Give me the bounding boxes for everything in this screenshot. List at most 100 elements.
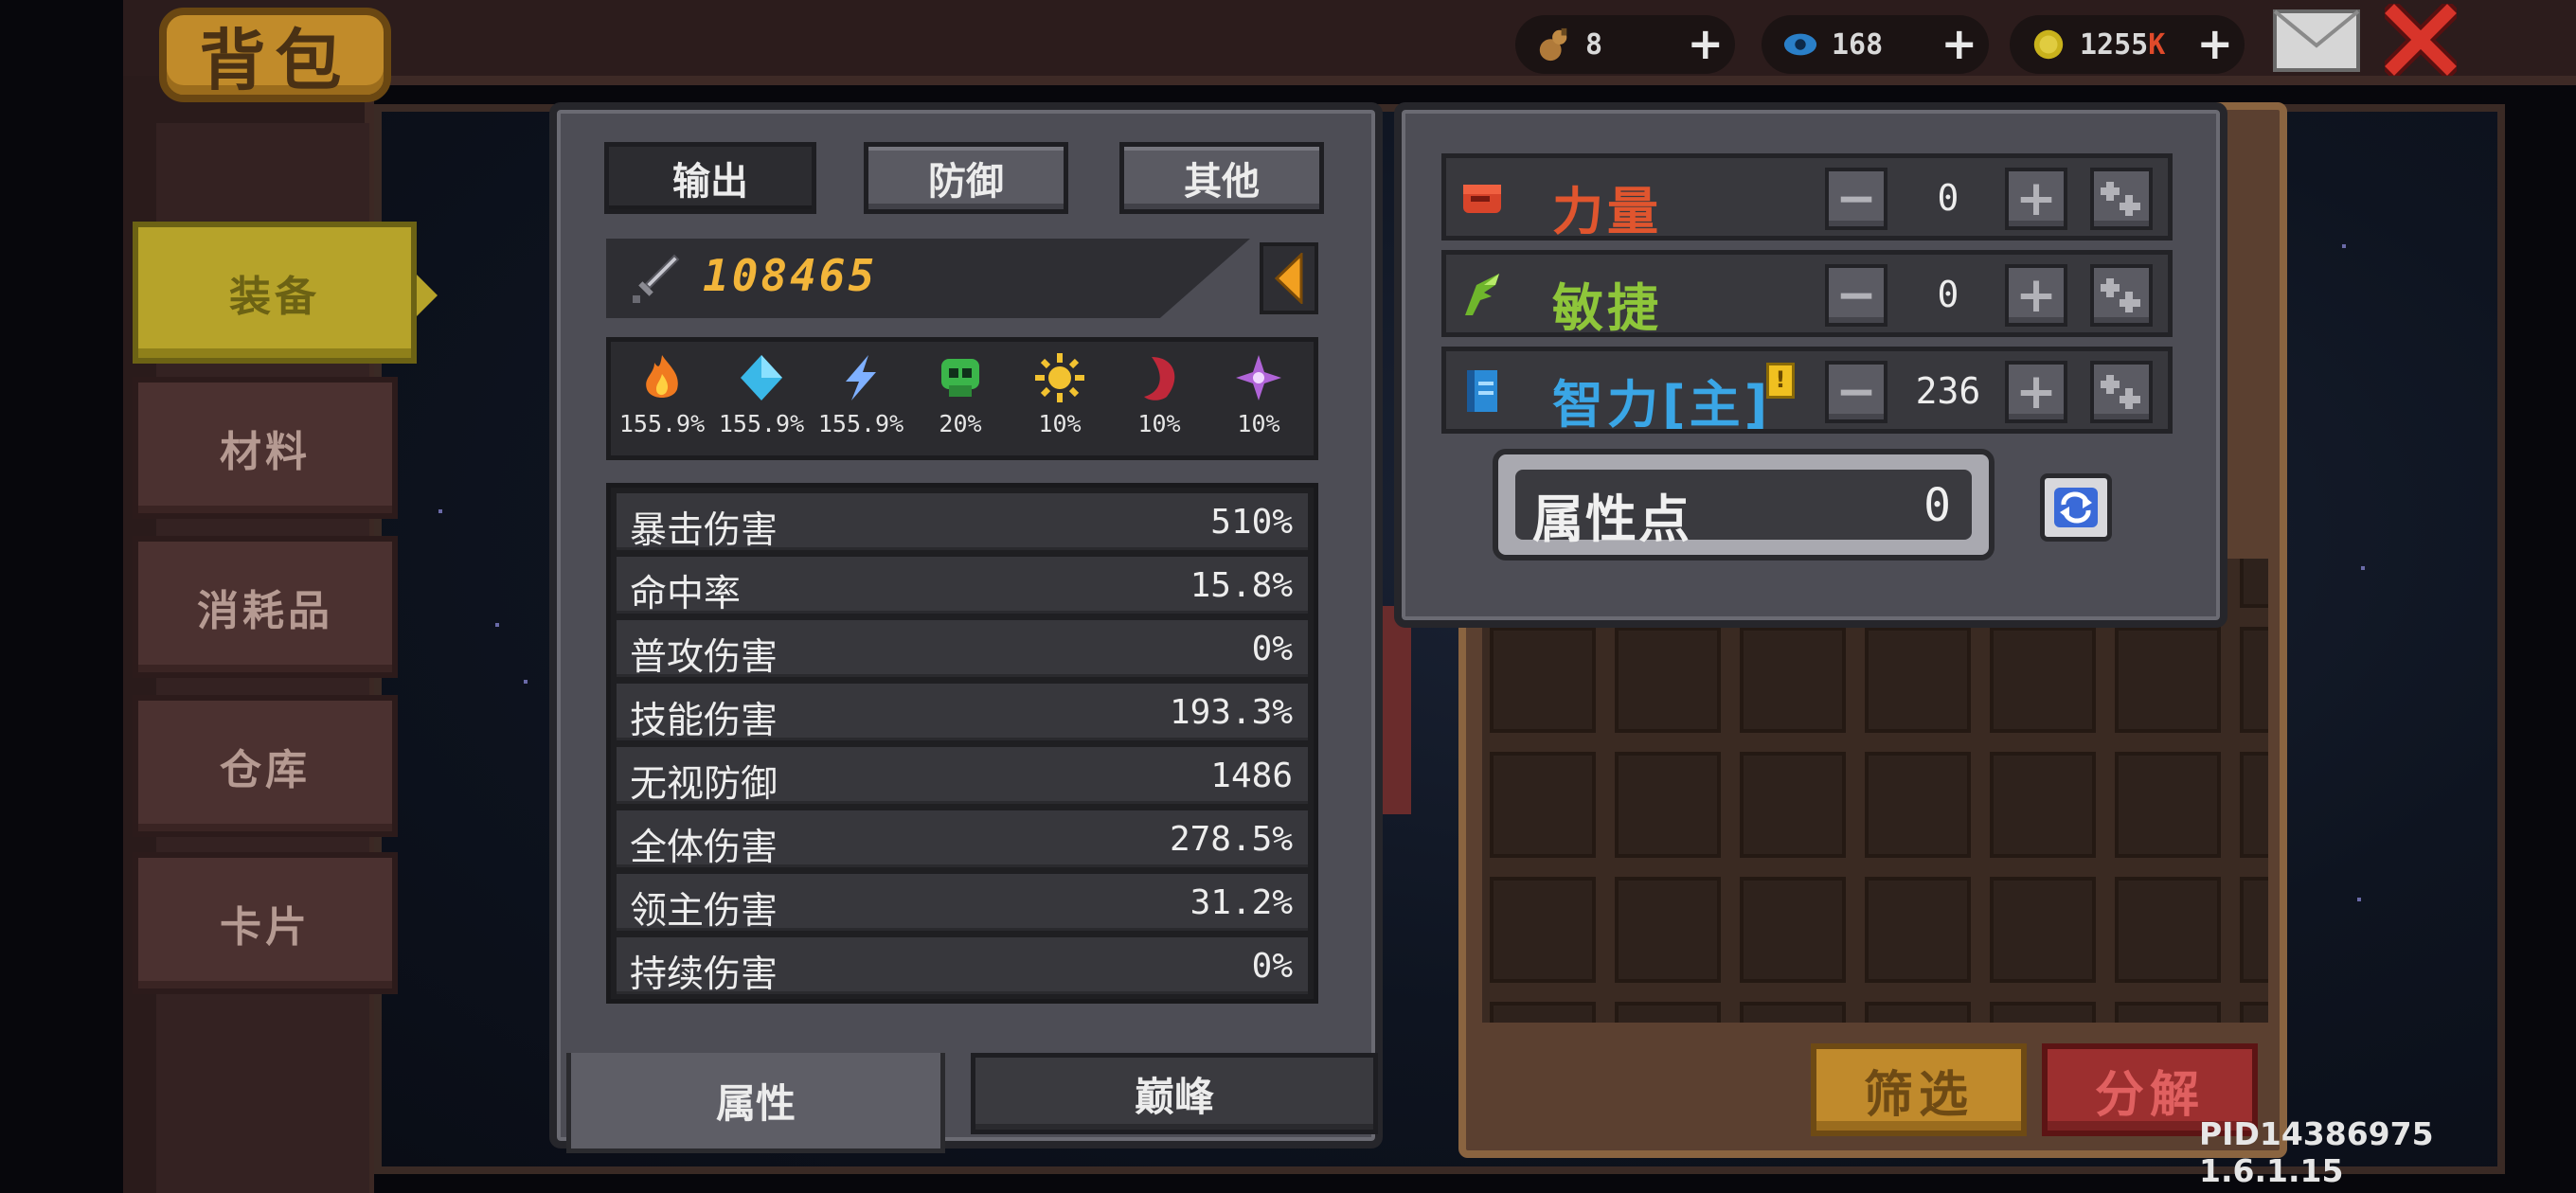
- inventory-slot[interactable]: [1865, 752, 1971, 858]
- stat-row: 无视防御 1486: [617, 747, 1308, 806]
- stat-row: 普攻伤害 0%: [617, 620, 1308, 679]
- inventory-slot[interactable]: [2240, 1002, 2268, 1023]
- inventory-slot[interactable]: [1865, 877, 1971, 983]
- book-icon: [1467, 370, 1497, 412]
- close-icon[interactable]: [2385, 4, 2457, 76]
- agility-plus-many-button[interactable]: [2090, 264, 2153, 327]
- sword-icon: [633, 254, 680, 303]
- inventory-slot[interactable]: [1865, 627, 1971, 733]
- gold-coin-icon: [2033, 29, 2064, 60]
- inventory-slot[interactable]: [1865, 1002, 1971, 1023]
- fire-icon: [646, 355, 678, 398]
- stat-row: 命中率 15.8%: [617, 557, 1308, 615]
- reset-attributes-button[interactable]: [2040, 473, 2112, 542]
- combat-power-row: 108465: [606, 239, 1318, 318]
- inventory-slot[interactable]: [1740, 877, 1846, 983]
- main-attribute-badge[interactable]: !: [1766, 363, 1795, 399]
- game-screen: 背包 8 + 168 + 1255K + 装备 材料 消耗品 仓库 卡片 筛选 …: [0, 0, 2576, 1193]
- intelligence-plus-button[interactable]: +: [2005, 361, 2067, 423]
- inventory-slot[interactable]: [1990, 877, 2096, 983]
- stat-row: 持续伤害 0%: [617, 937, 1308, 996]
- add-gourd-button[interactable]: +: [1687, 21, 1724, 66]
- tab-materials[interactable]: 材料: [133, 377, 398, 519]
- tab-equipment[interactable]: 装备: [133, 222, 438, 364]
- agility-plus-button[interactable]: +: [2005, 264, 2067, 327]
- tab-cards[interactable]: 卡片: [133, 852, 398, 994]
- fist-icon: [1463, 185, 1501, 213]
- currency-gem: 168 +: [1762, 15, 1989, 74]
- currency-value: 1255K: [2080, 27, 2166, 62]
- ice-crystal-icon: [741, 355, 782, 401]
- strength-plus-many-button[interactable]: [2090, 168, 2153, 230]
- inventory-slot[interactable]: [2115, 877, 2221, 983]
- inventory-slot[interactable]: [1490, 1002, 1596, 1023]
- feather-icon: [1465, 274, 1499, 315]
- inventory-slot[interactable]: [1615, 752, 1721, 858]
- inventory-slot[interactable]: [2115, 1002, 2221, 1023]
- add-gold-button[interactable]: +: [2196, 21, 2233, 66]
- double-plus-icon: [2101, 182, 2140, 216]
- inventory-slot[interactable]: [2240, 752, 2268, 858]
- inventory-slot[interactable]: [1740, 1002, 1846, 1023]
- stat-row: 全体伤害 278.5%: [617, 810, 1308, 869]
- star: [438, 509, 442, 513]
- mail-icon[interactable]: [2273, 9, 2360, 72]
- strength-plus-button[interactable]: +: [2005, 168, 2067, 230]
- inventory-slot[interactable]: [1615, 877, 1721, 983]
- arcane-star-icon: [1236, 355, 1281, 401]
- element-fire: 155.9%: [613, 351, 711, 457]
- inventory-slot[interactable]: [1740, 627, 1846, 733]
- inventory-slot[interactable]: [1490, 877, 1596, 983]
- page-title: 背包: [199, 21, 351, 99]
- stat-row: 技能伤害 193.3%: [617, 684, 1308, 742]
- tab-defense[interactable]: 防御: [864, 142, 1068, 214]
- attribute-row-intelligence: 智力[主] ! − 236 +: [1441, 347, 2173, 435]
- inventory-slot[interactable]: [1615, 627, 1721, 733]
- tab-consumables[interactable]: 消耗品: [133, 536, 398, 678]
- inventory-slot[interactable]: [1990, 752, 2096, 858]
- eye-gem-icon: [1783, 33, 1817, 56]
- star: [524, 680, 528, 684]
- element-light: 10%: [1011, 351, 1109, 457]
- inventory-slot[interactable]: [1490, 627, 1596, 733]
- intelligence-minus-button[interactable]: −: [1825, 361, 1887, 423]
- title-plate: 背包: [159, 8, 391, 102]
- agility-minus-button[interactable]: −: [1825, 264, 1887, 327]
- tab-output[interactable]: 输出: [604, 142, 816, 214]
- attribute-points-label: 属性点: [1532, 490, 1691, 549]
- inventory-slot[interactable]: [1490, 752, 1596, 858]
- element-arcane: 10%: [1209, 351, 1308, 457]
- inventory-slot[interactable]: [1740, 752, 1846, 858]
- lightning-icon: [846, 355, 876, 401]
- star: [2342, 244, 2346, 248]
- inventory-slot[interactable]: [2115, 627, 2221, 733]
- inventory-slot[interactable]: [2240, 559, 2268, 608]
- collapse-button[interactable]: [1260, 242, 1318, 314]
- tab-other[interactable]: 其他: [1119, 142, 1324, 214]
- inventory-slot[interactable]: [1615, 1002, 1721, 1023]
- filter-button[interactable]: 筛选: [1811, 1043, 2027, 1136]
- strength-minus-button[interactable]: −: [1825, 168, 1887, 230]
- element-ice: 155.9%: [712, 351, 811, 457]
- stat-row: 暴击伤害 510%: [617, 493, 1308, 552]
- double-plus-icon: [2101, 375, 2140, 409]
- star: [495, 623, 499, 627]
- tab-peak[interactable]: 巅峰: [971, 1053, 1378, 1134]
- inventory-slot[interactable]: [1990, 1002, 2096, 1023]
- refresh-icon: [2054, 488, 2098, 527]
- dark-moon-icon: [1144, 357, 1175, 401]
- element-poison: 20%: [911, 351, 1010, 457]
- attribute-points-field: 属性点 0: [1515, 470, 1972, 549]
- tab-attributes[interactable]: 属性: [566, 1053, 945, 1153]
- currency-gold: 1255K +: [2010, 15, 2245, 74]
- attribute-row-strength: 力量 − 0 +: [1441, 153, 2173, 241]
- add-gem-button[interactable]: +: [1941, 21, 1977, 66]
- inventory-slot[interactable]: [1990, 627, 2096, 733]
- intelligence-plus-many-button[interactable]: [2090, 361, 2153, 423]
- element-lightning: 155.9%: [812, 351, 910, 457]
- inventory-slot[interactable]: [2240, 627, 2268, 733]
- inventory-slot[interactable]: [2240, 877, 2268, 983]
- inventory-slot[interactable]: [2115, 752, 2221, 858]
- version-label: PID14386975 1.6.1.15: [2199, 1115, 2434, 1189]
- tab-warehouse[interactable]: 仓库: [133, 695, 398, 837]
